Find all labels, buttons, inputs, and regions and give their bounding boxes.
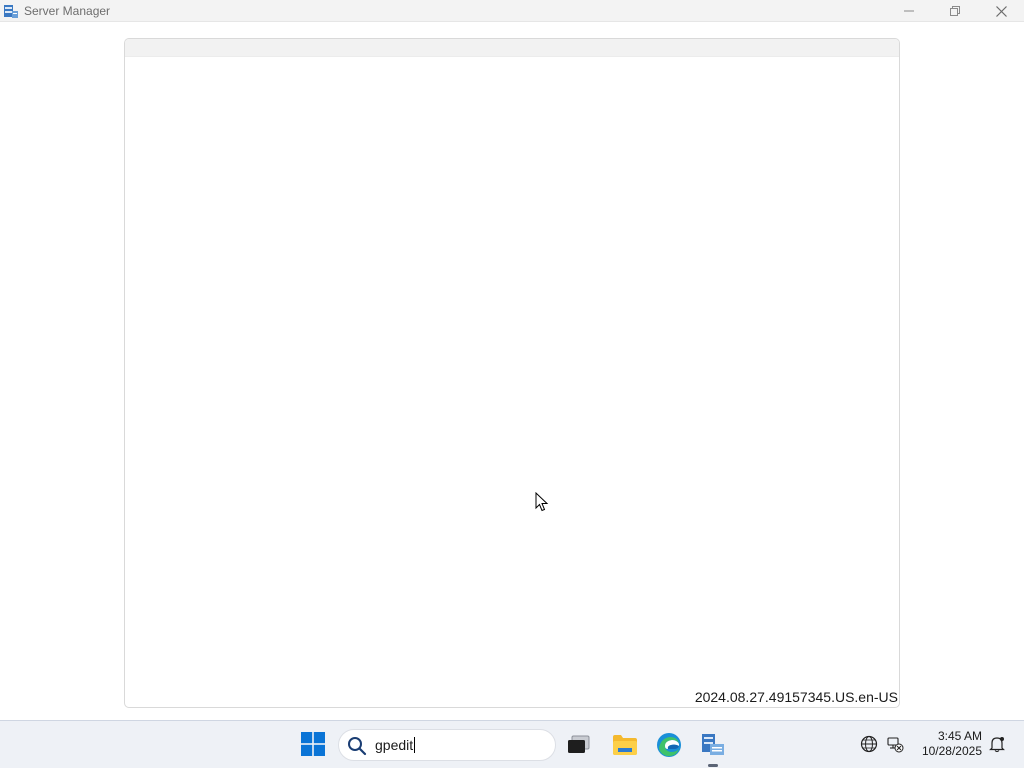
system-clock[interactable]: 3:45 AM 10/28/2025 (912, 729, 982, 759)
mouse-pointer-icon (535, 492, 549, 512)
file-explorer-button[interactable] (608, 728, 642, 762)
globe-icon (860, 735, 878, 753)
search-input[interactable]: gpedit (375, 737, 416, 753)
edge-icon (657, 733, 681, 757)
clock-time: 3:45 AM (937, 729, 982, 743)
active-app-indicator (708, 764, 718, 767)
server-manager-icon (702, 734, 724, 755)
main-content-panel: 2024.08.27.49157345.US.en-US (124, 38, 900, 708)
server-manager-taskbar-button[interactable] (696, 728, 730, 762)
task-view-icon (568, 735, 590, 753)
close-icon (995, 5, 1007, 17)
close-button[interactable] (978, 0, 1024, 22)
language-tray-button[interactable] (858, 733, 880, 755)
title-bar[interactable]: Server Manager (0, 0, 1024, 22)
network-disconnected-icon (887, 737, 904, 753)
text-caret (414, 737, 416, 753)
server-manager-icon (3, 3, 19, 19)
taskbar-search-box[interactable]: gpedit (338, 729, 556, 761)
minimize-button[interactable] (886, 0, 932, 22)
search-icon (348, 737, 367, 756)
minimize-icon (904, 10, 914, 12)
version-label: 2024.08.27.49157345.US.en-US (694, 689, 898, 705)
task-view-button[interactable] (562, 728, 596, 762)
search-input-text: gpedit (375, 737, 414, 753)
notification-icon (989, 737, 1005, 753)
edge-button[interactable] (652, 728, 686, 762)
panel-header (125, 39, 899, 57)
start-icon (301, 732, 325, 756)
clock-date: 10/28/2025 (921, 744, 982, 758)
network-tray-button[interactable] (884, 733, 906, 755)
restore-button[interactable] (932, 0, 978, 22)
restore-icon (950, 6, 960, 16)
start-button[interactable] (296, 727, 330, 761)
notification-center-button[interactable] (986, 733, 1008, 755)
window-controls (886, 0, 1024, 22)
file-explorer-icon (613, 735, 637, 755)
window-title: Server Manager (24, 4, 111, 18)
taskbar: gpedit 3:45 AM 10/28/2025 (0, 720, 1024, 768)
